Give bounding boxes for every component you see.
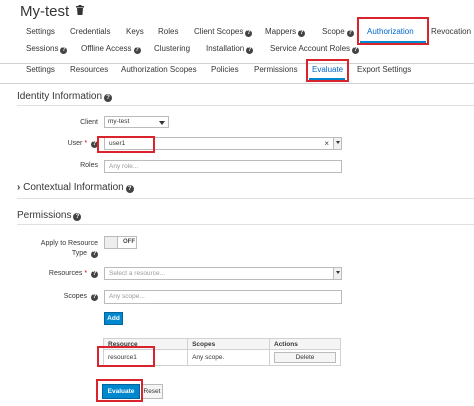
help-icon: ?: [133, 47, 141, 54]
column-header-scopes: Scopes: [187, 338, 270, 350]
resources-dropdown-toggle[interactable]: [333, 268, 341, 279]
user-dropdown-toggle[interactable]: [333, 138, 341, 149]
client-label: Client: [80, 119, 98, 126]
tab-clustering[interactable]: Clustering: [154, 43, 190, 55]
tab-installation-label: Installation: [206, 44, 245, 53]
help-icon: ?: [91, 294, 98, 301]
help-icon: ?: [91, 251, 98, 258]
subtab-export-settings[interactable]: Export Settings: [357, 64, 411, 76]
apply-label-line1: Apply to Resource: [40, 240, 98, 247]
reset-button[interactable]: Reset: [141, 384, 163, 399]
chevron-down-icon: [336, 141, 340, 144]
contextual-section-title[interactable]: › Contextual Information?: [17, 182, 134, 193]
help-icon: ?: [245, 30, 253, 37]
tab-scope[interactable]: Scope?: [322, 26, 354, 38]
trash-icon[interactable]: [76, 5, 85, 17]
help-icon: ?: [104, 94, 113, 102]
highlight-box-evaluate: [306, 59, 349, 82]
roles-label: Roles: [80, 162, 98, 169]
highlight-box-evaluate-button: [96, 379, 143, 402]
resources-select[interactable]: Select a resource...: [104, 267, 342, 280]
help-icon: ?: [346, 30, 354, 37]
subtab-settings[interactable]: Settings: [26, 64, 55, 76]
help-icon: ?: [91, 271, 98, 278]
section-divider: [17, 105, 474, 106]
help-icon: ?: [298, 30, 306, 37]
apply-label-line2: Type ?: [20, 249, 98, 259]
chevron-down-icon: [336, 271, 340, 274]
user-label: User * ?: [30, 140, 98, 148]
cell-actions: Delete: [269, 349, 341, 366]
permissions-section-title: Permissions?: [17, 210, 82, 221]
scopes-label-text: Scopes: [63, 293, 88, 300]
highlight-box-authorization: [357, 17, 429, 45]
apply-resource-type-label: Apply to Resource Type ?: [20, 239, 98, 259]
tab-sessions[interactable]: Sessions?: [26, 43, 68, 55]
toggle-state: OFF: [123, 239, 135, 245]
resources-label-text: Resources: [48, 270, 83, 277]
apply-resource-type-toggle[interactable]: OFF: [104, 236, 137, 249]
help-icon: ?: [73, 213, 82, 221]
add-button[interactable]: Add: [104, 312, 123, 325]
identity-section-title: Identity Information?: [17, 91, 113, 102]
tab-mappers[interactable]: Mappers?: [265, 26, 306, 38]
cell-scopes: Any scope.: [187, 349, 270, 366]
help-icon: ?: [125, 185, 134, 193]
help-icon: ?: [60, 47, 68, 54]
tab-service-account-roles[interactable]: Service Account Roles?: [270, 43, 360, 55]
apply-label-line2-text: Type: [71, 250, 88, 257]
subtab-policies[interactable]: Policies: [211, 64, 239, 76]
subtab-authorization-scopes[interactable]: Authorization Scopes: [121, 64, 197, 76]
column-header-actions: Actions: [269, 338, 341, 350]
tab-settings[interactable]: Settings: [26, 26, 55, 38]
required-marker: *: [84, 270, 88, 277]
contextual-title-text: Contextual Information: [23, 182, 124, 193]
section-divider: [17, 198, 474, 199]
resources-placeholder: Select a resource...: [109, 270, 165, 277]
highlight-box-resource: [97, 346, 155, 367]
roles-field[interactable]: Any role...: [104, 160, 342, 173]
clear-icon[interactable]: ×: [324, 138, 329, 149]
page-header: My-test: [20, 2, 85, 20]
scopes-label: Scopes ?: [20, 293, 98, 301]
subtab-resources[interactable]: Resources: [70, 64, 108, 76]
tab-revocation[interactable]: Revocation: [431, 26, 471, 38]
tab-offline-access-label: Offline Access: [81, 44, 132, 53]
tab-client-scopes-label: Client Scopes: [194, 27, 244, 36]
tab-sessions-label: Sessions: [26, 44, 59, 53]
client-select-value: my-test: [108, 118, 130, 125]
scopes-field[interactable]: Any scope...: [104, 290, 342, 304]
tab-roles[interactable]: Roles: [158, 26, 178, 38]
permissions-title-text: Permissions: [17, 210, 72, 221]
resources-label: Resources * ?: [20, 270, 98, 278]
delete-button[interactable]: Delete: [274, 352, 336, 363]
tab-credentials[interactable]: Credentials: [70, 26, 110, 38]
help-icon: ?: [246, 47, 254, 54]
user-label-text: User: [67, 140, 83, 147]
tab-installation[interactable]: Installation?: [206, 43, 254, 55]
required-marker: *: [84, 140, 88, 147]
help-icon: ?: [352, 47, 360, 54]
tab-scope-label: Scope: [322, 27, 345, 36]
tab-offline-access[interactable]: Offline Access?: [81, 43, 141, 55]
tab-service-account-roles-label: Service Account Roles: [270, 44, 351, 53]
page-title: My-test: [20, 2, 70, 20]
authorization-tabs: Settings Resources Authorization Scopes …: [0, 64, 474, 84]
identity-title-text: Identity Information: [17, 91, 103, 102]
highlight-box-user: [97, 136, 155, 153]
tab-mappers-label: Mappers: [265, 27, 297, 36]
chevron-down-icon: [159, 121, 165, 125]
tab-client-scopes[interactable]: Client Scopes?: [194, 26, 253, 38]
toggle-knob: [105, 237, 118, 248]
subtab-permissions[interactable]: Permissions: [254, 64, 298, 76]
section-divider: [17, 224, 474, 225]
chevron-right-icon: ›: [17, 182, 21, 193]
client-select[interactable]: my-test: [104, 116, 169, 128]
tab-keys[interactable]: Keys: [126, 26, 144, 38]
